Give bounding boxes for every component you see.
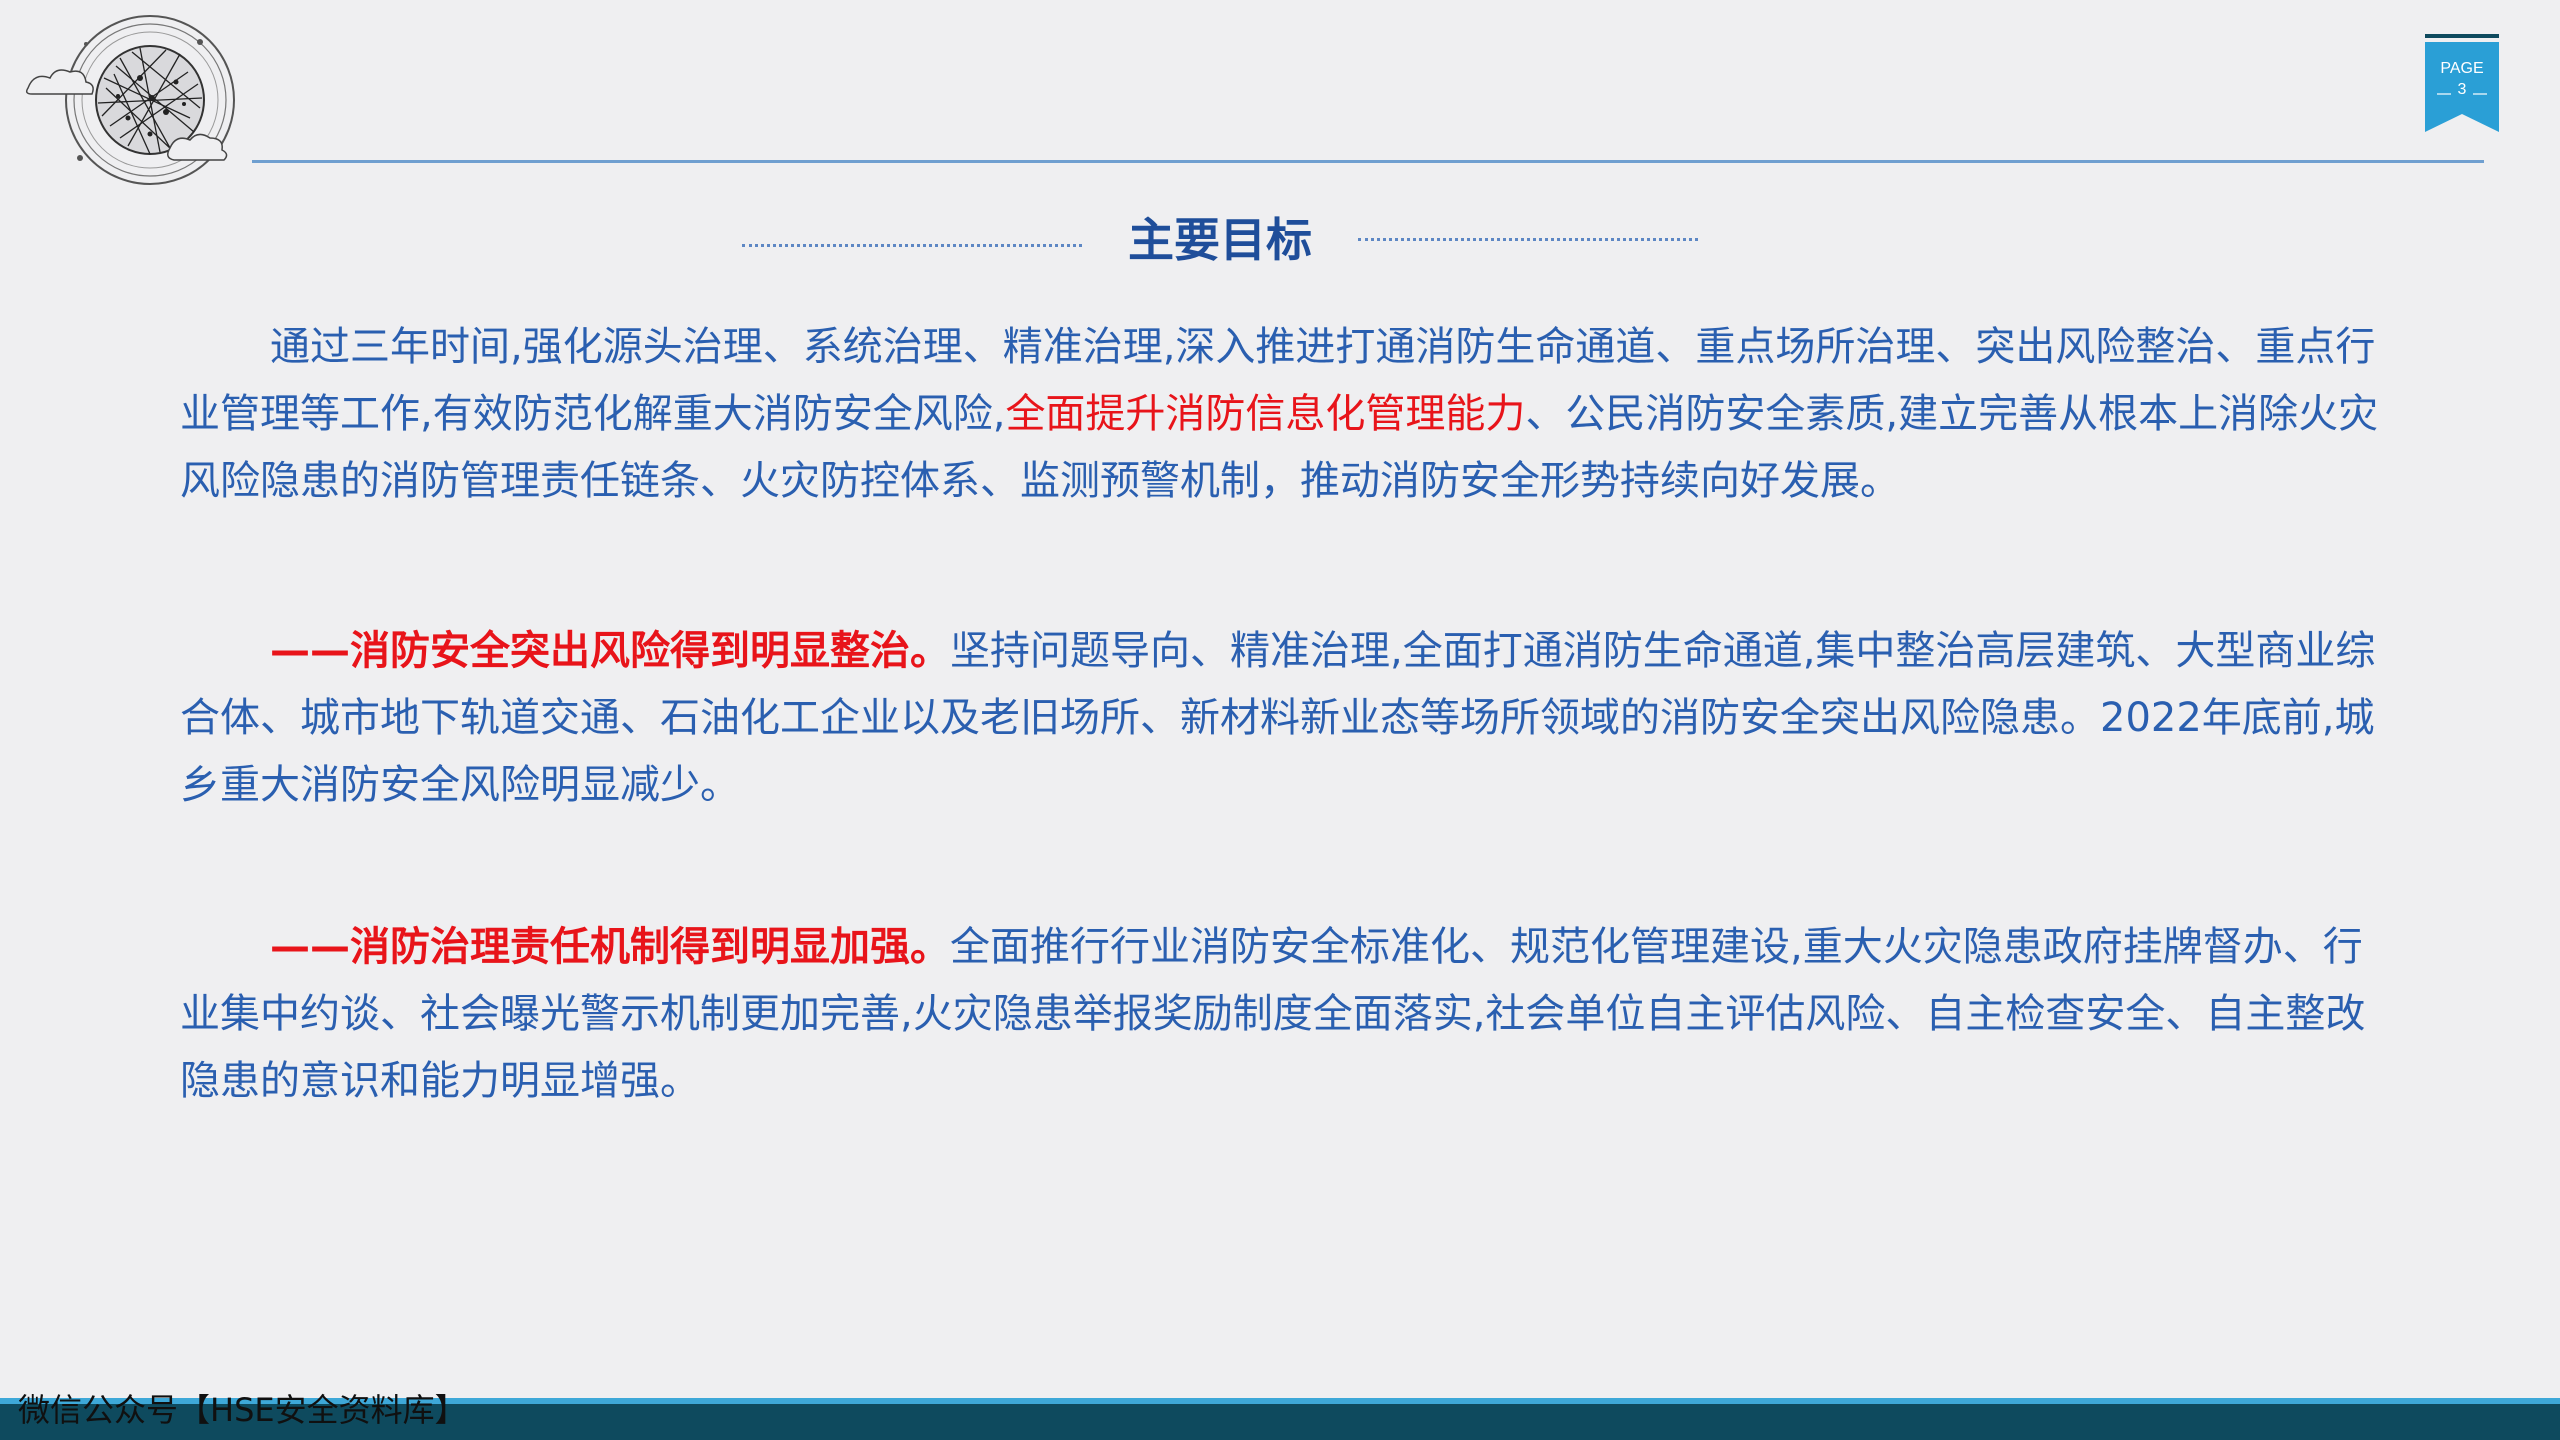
highlight-text: 全面提升消防信息化管理能力 (1005, 391, 1526, 437)
title-dots-left (742, 244, 1082, 247)
page-badge: PAGE 3 (2425, 34, 2499, 132)
header-divider (252, 160, 2484, 163)
paragraph-overview: 通过三年时间,强化源头治理、系统治理、精准治理,深入推进打通消防生命通道、重点场… (180, 314, 2400, 515)
title-dots-right (1358, 238, 1698, 241)
paragraph-risk-rectification: ——消防安全突出风险得到明显整治。坚持问题导向、精准治理,全面打通消防生命通道,… (180, 618, 2400, 819)
paragraph-responsibility-mechanism: ——消防治理责任机制得到明显加强。全面推行行业消防安全标准化、规范化管理建设,重… (180, 914, 2400, 1115)
footer-watermark-text: 微信公众号【HSE安全资料库】 (18, 1391, 467, 1429)
goal-heading: ——消防安全突出风险得到明显整治。 (270, 628, 950, 674)
page-number: 3 (2457, 81, 2467, 98)
slide: PAGE 3 主要目标 通过三年时间,强化源头治理、系统治理、精准治理,深入推进… (0, 0, 2560, 1440)
globe-network-logo-icon (25, 15, 235, 185)
section-title-row: 主要目标 (0, 208, 2560, 272)
page-label: PAGE (2440, 60, 2484, 77)
section-title: 主要目标 (1128, 213, 1312, 267)
goal-heading: ——消防治理责任机制得到明显加强。 (270, 924, 950, 970)
